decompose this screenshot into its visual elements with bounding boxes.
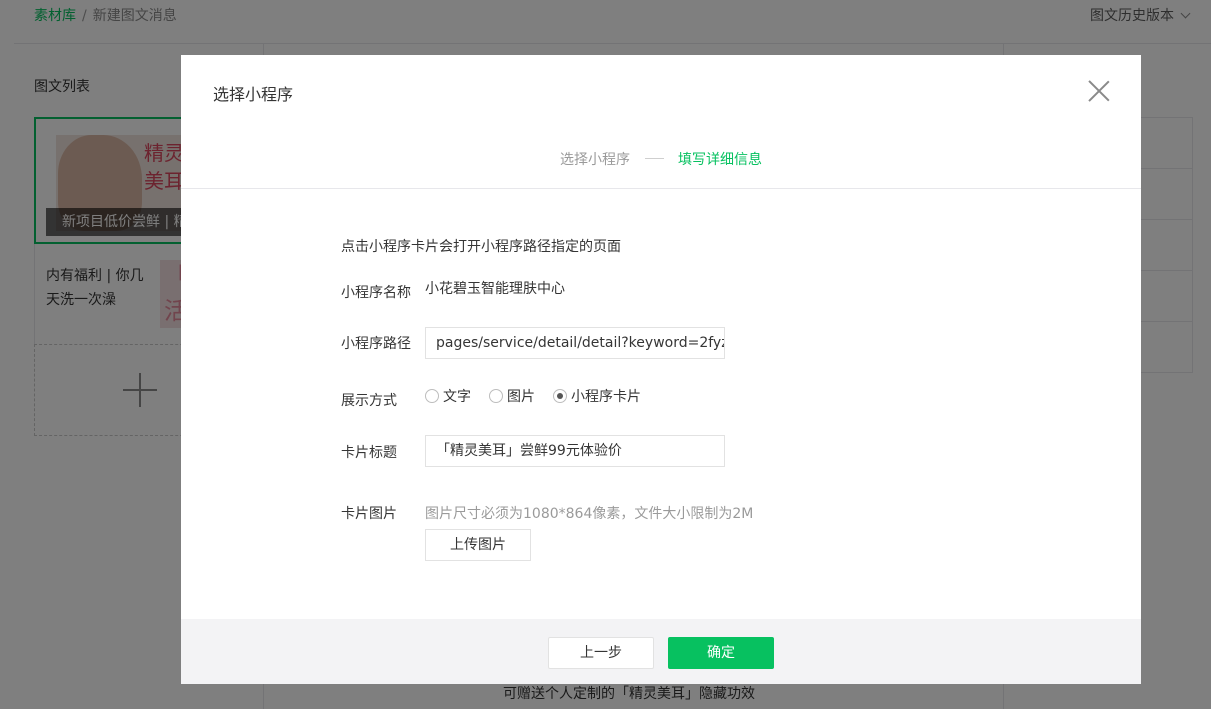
display-mode-image-option[interactable]: 图片 xyxy=(489,386,535,406)
radio-icon xyxy=(489,389,503,403)
miniprogram-name-label: 小程序名称 xyxy=(341,285,411,301)
display-mode-radio-group: 文字 图片 小程序卡片 xyxy=(425,386,659,406)
display-mode-label: 展示方式 xyxy=(341,393,397,409)
card-title-label: 卡片标题 xyxy=(341,445,397,461)
option-label: 图片 xyxy=(507,389,535,405)
step-fill-details: 填写详细信息 xyxy=(678,152,762,168)
dialog-tip: 点击小程序卡片会打开小程序路径指定的页面 xyxy=(341,239,621,255)
previous-step-button[interactable]: 上一步 xyxy=(548,637,654,669)
upload-image-button[interactable]: 上传图片 xyxy=(425,529,531,561)
step-select-miniprogram: 选择小程序 xyxy=(560,152,630,168)
radio-icon xyxy=(425,389,439,403)
step-divider xyxy=(645,158,664,159)
miniprogram-path-label: 小程序路径 xyxy=(341,336,411,352)
confirm-button[interactable]: 确定 xyxy=(668,637,774,669)
dialog-footer: 上一步 确定 xyxy=(181,619,1141,684)
card-title-input[interactable]: 「精灵美耳」尝鲜99元体验价 xyxy=(425,435,725,467)
step-indicator: 选择小程序 填写详细信息 xyxy=(181,55,1141,189)
display-mode-card-option[interactable]: 小程序卡片 xyxy=(553,386,641,406)
option-label: 小程序卡片 xyxy=(571,389,641,405)
card-image-hint: 图片尺寸必须为1080*864像素，文件大小限制为2M xyxy=(425,506,754,522)
display-mode-text-option[interactable]: 文字 xyxy=(425,386,471,406)
card-image-label: 卡片图片 xyxy=(341,506,397,522)
radio-selected-icon xyxy=(553,389,567,403)
option-label: 文字 xyxy=(443,389,471,405)
select-miniprogram-dialog: 选择小程序 选择小程序 填写详细信息 点击小程序卡片会打开小程序路径指定的页面 … xyxy=(181,55,1141,684)
miniprogram-path-input[interactable]: pages/service/detail/detail?keyword=2fyz… xyxy=(425,327,725,359)
miniprogram-name-value: 小花碧玉智能理肤中心 xyxy=(425,281,565,297)
